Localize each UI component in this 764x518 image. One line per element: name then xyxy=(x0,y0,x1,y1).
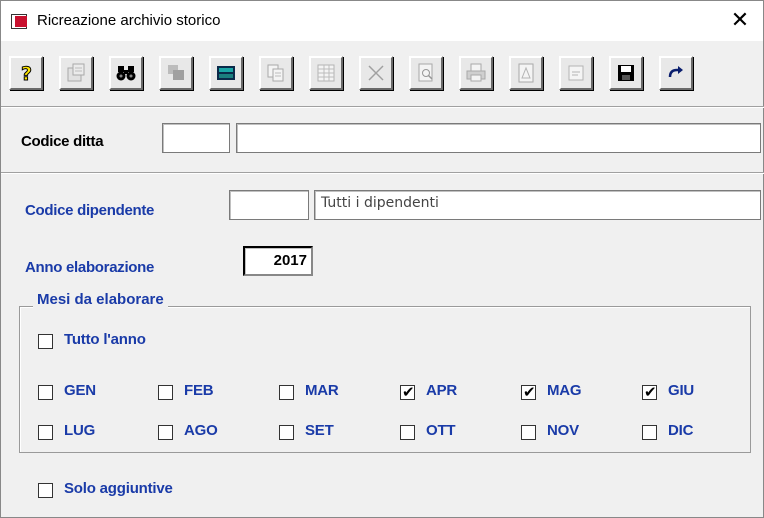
properties-button[interactable] xyxy=(59,56,93,90)
check-mark: ✔ xyxy=(644,383,657,401)
copy-icon xyxy=(267,64,284,82)
properties-icon xyxy=(67,63,85,82)
solo-aggiuntive-checkbox[interactable] xyxy=(38,483,53,498)
binoculars-icon xyxy=(116,66,136,81)
calculator-icon xyxy=(217,66,235,80)
month-checkbox-ago[interactable] xyxy=(158,425,173,440)
month-label-mag: MAG xyxy=(547,382,582,399)
calculator-button[interactable] xyxy=(209,56,243,90)
month-checkbox-mar[interactable] xyxy=(279,385,294,400)
form-icon xyxy=(568,65,584,81)
month-checkbox-apr[interactable]: ✔ xyxy=(400,383,415,401)
redo-button[interactable] xyxy=(659,56,693,90)
grid-icon xyxy=(317,64,335,82)
month-checkbox-mag[interactable]: ✔ xyxy=(521,383,536,401)
month-label-ott: OTT xyxy=(426,422,456,439)
month-label-apr: APR xyxy=(426,382,458,399)
tutto-anno-label: Tutto l'anno xyxy=(64,331,146,348)
pdf-icon xyxy=(518,63,534,83)
month-label-dic: DIC xyxy=(668,422,694,439)
save-button[interactable] xyxy=(609,56,643,90)
windows-button[interactable] xyxy=(159,56,193,90)
help-icon: ? xyxy=(21,63,33,85)
codice-dipendente-label: Codice dipendente xyxy=(25,202,155,219)
print-preview-button[interactable] xyxy=(409,56,443,90)
month-label-set: SET xyxy=(305,422,334,439)
svg-text:?: ? xyxy=(21,63,32,84)
month-checkbox-feb[interactable] xyxy=(158,385,173,400)
month-checkbox-gen[interactable] xyxy=(38,385,53,400)
anno-elaborazione-label: Anno elaborazione xyxy=(25,259,155,276)
month-label-feb: FEB xyxy=(184,382,214,399)
save-icon xyxy=(618,65,634,81)
month-label-ago: AGO xyxy=(184,422,218,439)
separator xyxy=(1,172,764,174)
app-icon xyxy=(11,14,27,29)
window-title: Ricreazione archivio storico xyxy=(37,12,221,29)
month-label-nov: NOV xyxy=(547,422,579,439)
windows-icon xyxy=(168,65,184,80)
codice-dipendente-description-field[interactable]: Tutti i dipendenti xyxy=(314,190,761,220)
grid-button[interactable] xyxy=(309,56,343,90)
month-checkbox-nov[interactable] xyxy=(521,425,536,440)
check-mark: ✔ xyxy=(523,383,536,401)
anno-elaborazione-field[interactable]: 2017 xyxy=(243,246,313,276)
month-label-mar: MAR xyxy=(305,382,339,399)
form-button[interactable] xyxy=(559,56,593,90)
delete-button[interactable] xyxy=(359,56,393,90)
month-label-lug: LUG xyxy=(64,422,96,439)
month-checkbox-ott[interactable] xyxy=(400,425,415,440)
printer-icon xyxy=(466,63,486,82)
codice-ditta-description-field[interactable] xyxy=(236,123,761,153)
copy-button[interactable] xyxy=(259,56,293,90)
delete-icon xyxy=(368,65,384,81)
codice-dipendente-code-field[interactable] xyxy=(229,190,309,220)
print-button[interactable] xyxy=(459,56,493,90)
toolbar: ? xyxy=(9,56,761,92)
solo-aggiuntive-label: Solo aggiuntive xyxy=(64,480,173,497)
codice-ditta-label: Codice ditta xyxy=(21,133,104,150)
search-button[interactable] xyxy=(109,56,143,90)
close-button[interactable]: ✕ xyxy=(717,1,763,41)
help-button[interactable]: ? xyxy=(9,56,43,90)
print-preview-icon xyxy=(418,63,433,82)
pdf-button[interactable] xyxy=(509,56,543,90)
dialog-window: Ricreazione archivio storico ✕ ? Codice … xyxy=(0,0,764,518)
month-label-giu: GIU xyxy=(668,382,695,399)
month-checkbox-lug[interactable] xyxy=(38,425,53,440)
month-label-gen: GEN xyxy=(64,382,96,399)
month-checkbox-giu[interactable]: ✔ xyxy=(642,383,657,401)
redo-icon xyxy=(668,66,683,78)
month-checkbox-dic[interactable] xyxy=(642,425,657,440)
codice-ditta-code-field[interactable] xyxy=(162,123,230,153)
separator xyxy=(1,106,764,108)
check-mark: ✔ xyxy=(402,383,415,401)
month-checkbox-set[interactable] xyxy=(279,425,294,440)
title-bar[interactable]: Ricreazione archivio storico ✕ xyxy=(1,1,763,41)
tutto-anno-checkbox[interactable] xyxy=(38,334,53,349)
mesi-group-legend: Mesi da elaborare xyxy=(33,291,168,308)
